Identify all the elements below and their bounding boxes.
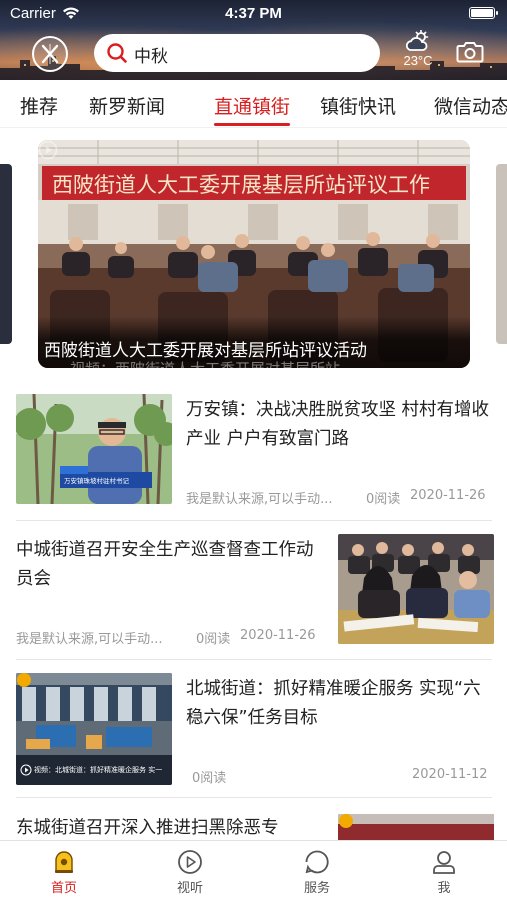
news-item[interactable]: 视频：北城街道：抓好精准暖企服务 实一 北城街道：抓好精准暖企服务 实现“六稳六… xyxy=(0,673,507,786)
news-date: 2020-11-26 xyxy=(240,628,316,643)
news-reads: 0阅读 xyxy=(196,632,231,647)
news-item[interactable]: 中城街道召开安全生产巡查督查工作动员会 我是默认来源,可以手动... 0阅读 2… xyxy=(0,534,507,647)
weather-temperature: 23°C xyxy=(403,53,433,68)
news-item[interactable]: 东城街道召开深入推进扫黑除恶专 xyxy=(0,812,507,840)
list-divider xyxy=(16,520,492,521)
banner-next-slide[interactable] xyxy=(496,164,507,344)
search-icon xyxy=(107,43,127,63)
app-header: Carrier 4:37 PM 中秋 23°C xyxy=(0,0,507,80)
play-icon xyxy=(178,850,202,874)
news-reads: 0阅读 xyxy=(192,771,227,786)
news-item[interactable]: 万安镇珠坡村驻村书记 万安镇：决战决胜脱贫攻坚 村村有增收产业 户户有致富门路 … xyxy=(0,394,507,514)
battery-icon xyxy=(469,7,498,19)
news-source: 我是默认来源,可以手动... xyxy=(186,492,333,507)
news-thumbnail-caption: 视频：北城街道：抓好精准暖企服务 实一 xyxy=(34,766,163,774)
active-tab-indicator xyxy=(214,123,290,126)
camera-icon[interactable] xyxy=(456,40,484,64)
tab-town-direct[interactable]: 直通镇街 xyxy=(214,92,290,119)
news-source: 我是默认来源,可以手动... xyxy=(16,632,163,647)
bottom-tab-bar: 首页 视听 服务 我 xyxy=(0,840,507,900)
list-divider xyxy=(16,659,492,660)
service-icon xyxy=(305,850,329,874)
tab-xinluo-news[interactable]: 新罗新闻 xyxy=(89,92,165,119)
nav-service[interactable]: 服务 xyxy=(287,849,347,896)
news-thumbnail: 视频：北城街道：抓好精准暖企服务 实一 xyxy=(16,673,172,785)
nav-home-label: 首页 xyxy=(50,881,77,896)
tab-wechat-news[interactable]: 微信动态 xyxy=(434,92,507,119)
weather-widget[interactable]: 23°C xyxy=(396,30,440,74)
play-icon xyxy=(38,140,58,160)
status-bar: Carrier 4:37 PM xyxy=(0,0,507,28)
news-thumbnail xyxy=(338,534,494,644)
play-icon xyxy=(20,764,32,776)
banner-image-text: 西陂街道人大工委开展基层所站评议工作 xyxy=(52,173,430,197)
search-bar[interactable]: 中秋 xyxy=(94,34,380,72)
news-reads: 0阅读 xyxy=(366,492,401,507)
news-date: 2020-11-12 xyxy=(412,767,488,782)
category-tabs: 推荐 新罗新闻 直通镇街 镇街快讯 微信动态 xyxy=(0,80,507,128)
nav-home[interactable]: 首页 xyxy=(34,849,94,896)
tab-recommend[interactable]: 推荐 xyxy=(20,92,58,119)
list-divider xyxy=(16,797,492,798)
news-title: 北城街道：抓好精准暖企服务 实现“六稳六保”任务目标 xyxy=(186,679,481,728)
news-title: 万安镇：决战决胜脱贫攻坚 村村有增收产业 户户有致富门路 xyxy=(186,400,490,449)
banner-slide[interactable]: 西陂街道人大工委开展基层所站评议工作 西陂街道人大工委开展对基层所站评议活动 视… xyxy=(38,140,470,368)
news-title: 东城街道召开深入推进扫黑除恶专 xyxy=(16,818,279,838)
banner-prev-slide[interactable] xyxy=(0,164,12,344)
nav-video[interactable]: 视听 xyxy=(160,849,220,896)
news-thumbnail xyxy=(338,814,494,840)
nav-service-label: 服务 xyxy=(303,881,330,896)
nav-profile[interactable]: 我 xyxy=(414,849,474,896)
news-thumbnail: 万安镇珠坡村驻村书记 xyxy=(16,394,172,504)
home-icon xyxy=(55,851,73,873)
banner-subtitle: 视频：西陂街道人大工委开展对基层所站… xyxy=(70,358,355,368)
tab-town-flash[interactable]: 镇街快讯 xyxy=(320,92,396,119)
search-input[interactable]: 中秋 xyxy=(134,42,168,67)
app-logo-icon[interactable] xyxy=(32,36,68,72)
nav-profile-label: 我 xyxy=(437,881,451,896)
status-time: 4:37 PM xyxy=(225,5,282,22)
nav-video-label: 视听 xyxy=(176,881,203,896)
news-thumbnail-caption: 万安镇珠坡村驻村书记 xyxy=(64,477,129,485)
news-date: 2020-11-26 xyxy=(410,488,486,503)
logo-mark-icon xyxy=(41,44,59,64)
news-title: 中城街道召开安全生产巡查督查工作动员会 xyxy=(16,540,314,589)
sun-cloud-icon xyxy=(405,30,429,51)
profile-icon xyxy=(433,851,455,874)
